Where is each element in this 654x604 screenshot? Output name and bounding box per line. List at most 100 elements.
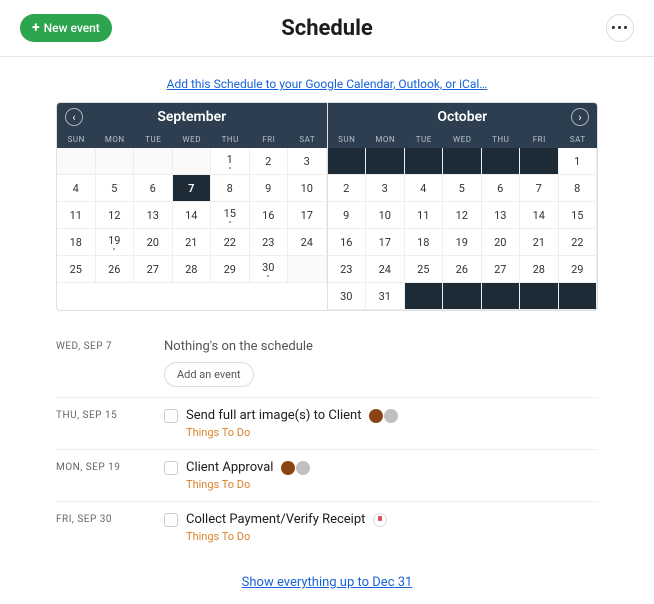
calendar-cell[interactable]: 20 — [134, 229, 173, 256]
calendar-cell[interactable]: 24 — [288, 229, 327, 256]
calendar-cell — [520, 148, 559, 175]
calendar-cell[interactable]: 27 — [134, 256, 173, 283]
calendar-cell[interactable]: 12 — [443, 202, 482, 229]
event-checkbox[interactable] — [164, 513, 178, 527]
calendar-cell[interactable]: 10 — [288, 175, 327, 202]
event-category[interactable]: Things To Do — [186, 530, 598, 543]
calendar-cell[interactable]: 12 — [96, 202, 135, 229]
calendar-cell[interactable]: 18 — [57, 229, 96, 256]
add-event-button[interactable]: Add an event — [164, 362, 254, 387]
calendar-cell[interactable]: 22 — [559, 229, 598, 256]
calendar-cell[interactable]: 10 — [366, 202, 405, 229]
empty-message: Nothing's on the schedule — [164, 339, 598, 354]
calendar-cell[interactable]: 28 — [520, 256, 559, 283]
calendar-cell[interactable]: 6 — [482, 175, 521, 202]
new-event-label: New event — [44, 21, 100, 35]
plus-icon: + — [32, 20, 40, 36]
calendar-cell[interactable]: 13 — [482, 202, 521, 229]
calendar-cell — [366, 148, 405, 175]
calendar-cell[interactable]: 16 — [328, 229, 367, 256]
calendar-cell[interactable]: 4 — [57, 175, 96, 202]
calendar-cell[interactable]: 22 — [211, 229, 250, 256]
calendar-cell[interactable]: 17 — [366, 229, 405, 256]
event-title[interactable]: Collect Payment/Verify Receipt — [186, 512, 365, 527]
calendar-cell[interactable]: 1 — [211, 148, 250, 175]
day-of-week: FRI — [520, 131, 559, 148]
event-row: WED, SEP 7Nothing's on the scheduleAdd a… — [56, 329, 598, 398]
calendar-cell[interactable]: 28 — [173, 256, 212, 283]
event-category[interactable]: Things To Do — [186, 478, 598, 491]
calendar-cell[interactable]: 15 — [211, 202, 250, 229]
calendar-cell[interactable]: 2 — [328, 175, 367, 202]
calendar-cell — [520, 283, 559, 310]
calendar-cell — [482, 283, 521, 310]
calendar-cell[interactable]: 8 — [211, 175, 250, 202]
day-of-week: TUE — [134, 131, 173, 148]
calendar-cell[interactable]: 3 — [366, 175, 405, 202]
calendar-cell[interactable]: 25 — [405, 256, 444, 283]
subscribe-link[interactable]: Add this Schedule to your Google Calenda… — [167, 77, 488, 91]
calendar-cell[interactable]: 15 — [559, 202, 598, 229]
next-month-button[interactable]: › — [571, 108, 589, 126]
calendar-cell — [134, 148, 173, 175]
calendar-cell[interactable]: 14 — [520, 202, 559, 229]
calendar-cell[interactable]: 24 — [366, 256, 405, 283]
calendar-cell[interactable]: 13 — [134, 202, 173, 229]
event-date: THU, SEP 15 — [56, 408, 164, 439]
more-menu-button[interactable]: ••• — [606, 14, 634, 42]
calendar-cell[interactable]: 26 — [96, 256, 135, 283]
page-title: Schedule — [281, 16, 373, 41]
calendar-cell[interactable]: 9 — [328, 202, 367, 229]
calendar-cell[interactable]: 31 — [366, 283, 405, 310]
event-checkbox[interactable] — [164, 409, 178, 423]
calendar-cell — [96, 148, 135, 175]
calendar-cell[interactable]: 29 — [559, 256, 598, 283]
calendar-cell[interactable]: 7 — [173, 175, 212, 202]
prev-month-button[interactable]: ‹ — [65, 108, 83, 126]
calendar-cell[interactable]: 21 — [520, 229, 559, 256]
calendar-cell[interactable]: 17 — [288, 202, 327, 229]
event-row: MON, SEP 19Client ApprovalThings To Do — [56, 450, 598, 502]
calendar-cell[interactable]: 19 — [443, 229, 482, 256]
calendar-cell[interactable]: 6 — [134, 175, 173, 202]
calendar-cell[interactable]: 3 — [288, 148, 327, 175]
calendar-cell[interactable]: 29 — [211, 256, 250, 283]
calendar-cell[interactable]: 30 — [250, 256, 289, 283]
calendar-cell[interactable]: 4 — [405, 175, 444, 202]
event-title[interactable]: Send full art image(s) to Client — [186, 408, 361, 423]
event-category[interactable]: Things To Do — [186, 426, 598, 439]
event-checkbox[interactable] — [164, 461, 178, 475]
calendar-cell[interactable]: 9 — [250, 175, 289, 202]
calendar-cell[interactable]: 11 — [405, 202, 444, 229]
new-event-button[interactable]: + New event — [20, 14, 112, 42]
event-title[interactable]: Client Approval — [186, 460, 273, 475]
calendar-cell[interactable]: 14 — [173, 202, 212, 229]
calendar-cell[interactable]: 23 — [328, 256, 367, 283]
calendar-cell[interactable]: 1 — [559, 148, 598, 175]
calendar-cell[interactable]: 19 — [96, 229, 135, 256]
calendar-cell — [482, 148, 521, 175]
calendar-cell[interactable]: 8 — [559, 175, 598, 202]
calendar-cell[interactable]: 27 — [482, 256, 521, 283]
calendar-cell[interactable]: 20 — [482, 229, 521, 256]
day-of-week: THU — [211, 131, 250, 148]
calendar-cell — [405, 148, 444, 175]
calendar-cell[interactable]: 5 — [443, 175, 482, 202]
calendar-cell[interactable]: 23 — [250, 229, 289, 256]
calendar-cell[interactable]: 25 — [57, 256, 96, 283]
avatar-group — [373, 513, 387, 527]
calendar-cell[interactable]: 30 — [328, 283, 367, 310]
calendar-cell[interactable]: 18 — [405, 229, 444, 256]
calendar-cell[interactable]: 16 — [250, 202, 289, 229]
calendar-cell — [173, 148, 212, 175]
day-of-week: SAT — [288, 131, 327, 148]
calendar-cell[interactable]: 26 — [443, 256, 482, 283]
calendar-cell[interactable]: 21 — [173, 229, 212, 256]
calendar-cell[interactable]: 7 — [520, 175, 559, 202]
show-more-link[interactable]: Show everything up to Dec 31 — [242, 575, 413, 590]
month-name: September — [57, 103, 327, 131]
avatar — [373, 513, 387, 527]
calendar-cell[interactable]: 11 — [57, 202, 96, 229]
calendar-cell[interactable]: 5 — [96, 175, 135, 202]
calendar-cell[interactable]: 2 — [250, 148, 289, 175]
